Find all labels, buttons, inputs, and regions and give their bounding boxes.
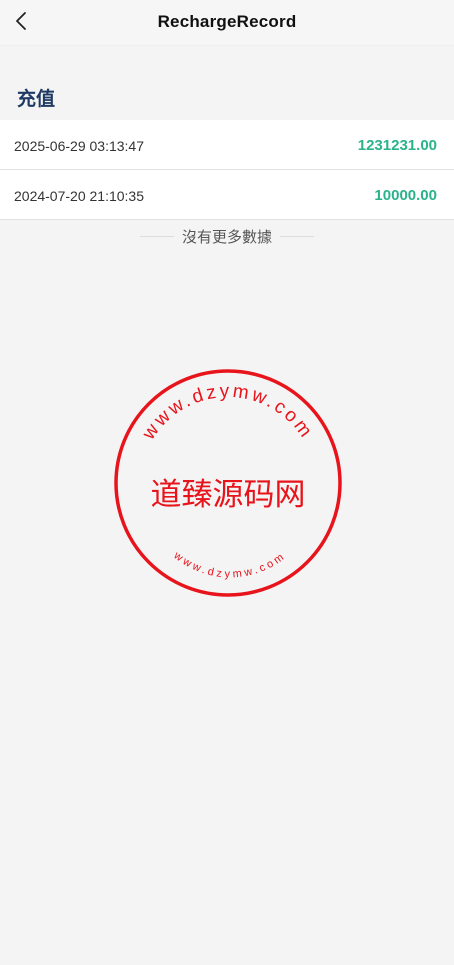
- watermark-ring-text-bottom: www.dzymw.com: [171, 549, 289, 580]
- nav-bar: RechargeRecord: [0, 0, 454, 46]
- divider-line-left: [139, 236, 174, 237]
- divider-line-right: [280, 236, 314, 237]
- page-title: RechargeRecord: [157, 12, 297, 31]
- record-amount: 1231231.00: [357, 137, 437, 154]
- record-amount: 10000.00: [374, 187, 437, 204]
- watermark-center-text: 道臻源码网: [151, 477, 306, 513]
- watermark-seal: www.dzymw.com 道臻源码网 www.dzymw.com: [114, 369, 342, 597]
- no-more-data-text: 沒有更多數據: [181, 229, 272, 246]
- record-row[interactable]: 2025-06-29 03:13:47 1231231.00: [0, 120, 454, 170]
- recharge-record-list: 2025-06-29 03:13:47 1231231.00 2024-07-2…: [0, 120, 454, 220]
- section-title: 充值: [17, 89, 56, 110]
- record-time: 2024-07-20 21:10:35: [14, 188, 144, 204]
- record-row[interactable]: 2024-07-20 21:10:35 10000.00: [0, 170, 454, 220]
- record-time: 2025-06-29 03:13:47: [14, 138, 144, 154]
- no-more-data-indicator: 沒有更多數據: [0, 226, 454, 247]
